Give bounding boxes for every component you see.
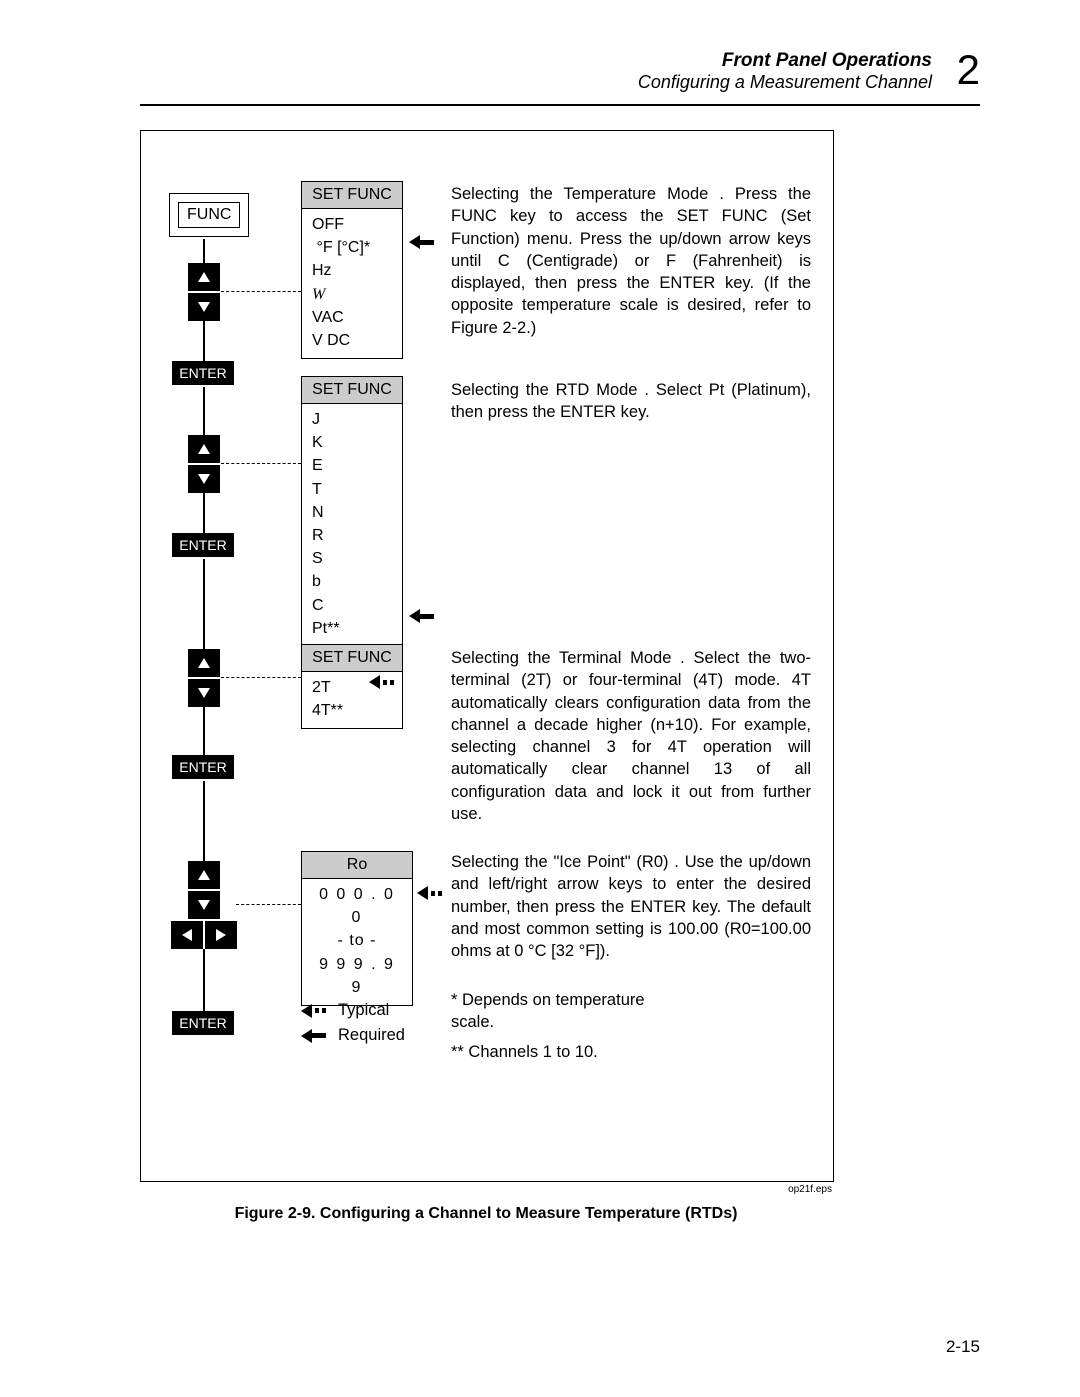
enter-key: ENTER [172,533,234,557]
func-key: FUNC [178,202,240,228]
menu-item: V DC [312,329,392,352]
menu-item: J [312,408,392,431]
connector-line [203,319,205,361]
page-number: 2-15 [946,1337,980,1357]
menu-item: E [312,454,392,477]
footnote-1: * Depends on temperature scale. [451,989,651,1034]
typical-arrow-icon [301,1004,326,1018]
header-subtitle: Configuring a Measurement Channel [638,72,932,93]
dashed-line [221,291,301,292]
required-arrow-icon [409,609,434,623]
connector-line [203,559,205,649]
footnote-2: ** Channels 1 to 10. [451,1043,711,1062]
dashed-line [236,904,301,905]
menu-item: b [312,570,392,593]
menu-item: N [312,501,392,524]
page: Front Panel Operations Configuring a Mea… [0,0,1080,1397]
required-arrow-icon [301,1029,326,1043]
dashed-line [221,463,301,464]
connector-line [203,949,205,1011]
connector-line [203,781,205,861]
menu-header: SET FUNC [302,377,402,404]
arrow-pair-4 [188,861,220,919]
menu-body: 0 0 0 . 0 0 - to - 9 9 9 . 9 9 [302,879,412,1005]
arrow-pair-3 [188,649,220,707]
legend-label: Required [338,1026,405,1045]
menu-item: T [312,478,392,501]
menu-item: Hz [312,259,392,282]
legend-label: Typical [338,1001,389,1020]
arrow-pair-2 [188,435,220,493]
menu-setfunc-2: SET FUNC J K E T N R S b C Pt** [301,376,403,647]
connector-line [203,705,205,755]
menu-item: 4T** [312,699,392,722]
figure-caption: Figure 2-9. Configuring a Channel to Mea… [140,1205,832,1223]
enter-key: ENTER [172,361,234,385]
ro-range-mid: - to - [312,929,402,952]
menu-header: SET FUNC [302,645,402,672]
ro-range-bot: 9 9 9 . 9 9 [312,953,402,999]
down-arrow-key [188,679,220,707]
page-header: Front Panel Operations Configuring a Mea… [140,50,980,106]
typical-arrow-icon [369,675,394,689]
menu-header: Ro [302,852,412,879]
eps-filename: op21f.eps [140,1184,832,1195]
dashed-line [221,677,301,678]
menu-setfunc-1: SET FUNC OFF °F [°C]* Hz W VAC V DC [301,181,403,359]
enter-key: ENTER [172,1011,234,1035]
chapter-number: 2 [957,46,980,94]
ro-range-top: 0 0 0 . 0 0 [312,883,402,929]
menu-item: Pt** [312,617,392,640]
desc-ice-point: Selecting the "Ice Point" (R0) . Use the… [451,851,811,962]
menu-item: W [312,283,392,306]
menu-body: OFF °F [°C]* Hz W VAC V DC [302,209,402,358]
menu-item: VAC [312,306,392,329]
desc-temp-mode: Selecting the Temperature Mode . Press t… [451,183,811,339]
arrow-pair-lr [171,921,237,949]
up-arrow-key [188,861,220,889]
menu-item: °F [°C]* [312,236,392,259]
func-key-outer: FUNC [169,193,249,237]
desc-rtd-mode: Selecting the RTD Mode . Select Pt (Plat… [451,379,811,424]
legend-row-required: Required [301,1026,405,1045]
up-arrow-key [188,263,220,291]
legend: Typical Required [301,1001,405,1051]
menu-item: OFF [312,213,392,236]
down-arrow-key [188,465,220,493]
left-arrow-key [171,921,203,949]
down-arrow-key [188,293,220,321]
up-arrow-key [188,649,220,677]
right-arrow-key [205,921,237,949]
typical-arrow-icon [417,886,442,900]
up-arrow-key [188,435,220,463]
arrow-pair-1 [188,263,220,321]
menu-body: J K E T N R S b C Pt** [302,404,402,646]
menu-ro: Ro 0 0 0 . 0 0 - to - 9 9 9 . 9 9 [301,851,413,1006]
enter-key: ENTER [172,755,234,779]
legend-row-typical: Typical [301,1001,405,1020]
menu-header: SET FUNC [302,182,402,209]
menu-item: C [312,594,392,617]
connector-line [203,239,205,263]
desc-terminal-mode: Selecting the Terminal Mode . Select the… [451,647,811,825]
down-arrow-key [188,891,220,919]
menu-item: K [312,431,392,454]
required-arrow-icon [409,235,434,249]
connector-line [203,387,205,435]
header-title: Front Panel Operations [722,50,932,72]
figure-box: FUNC ENTER ENTER [140,130,834,1182]
menu-item: S [312,547,392,570]
connector-line [203,491,205,533]
menu-item: R [312,524,392,547]
